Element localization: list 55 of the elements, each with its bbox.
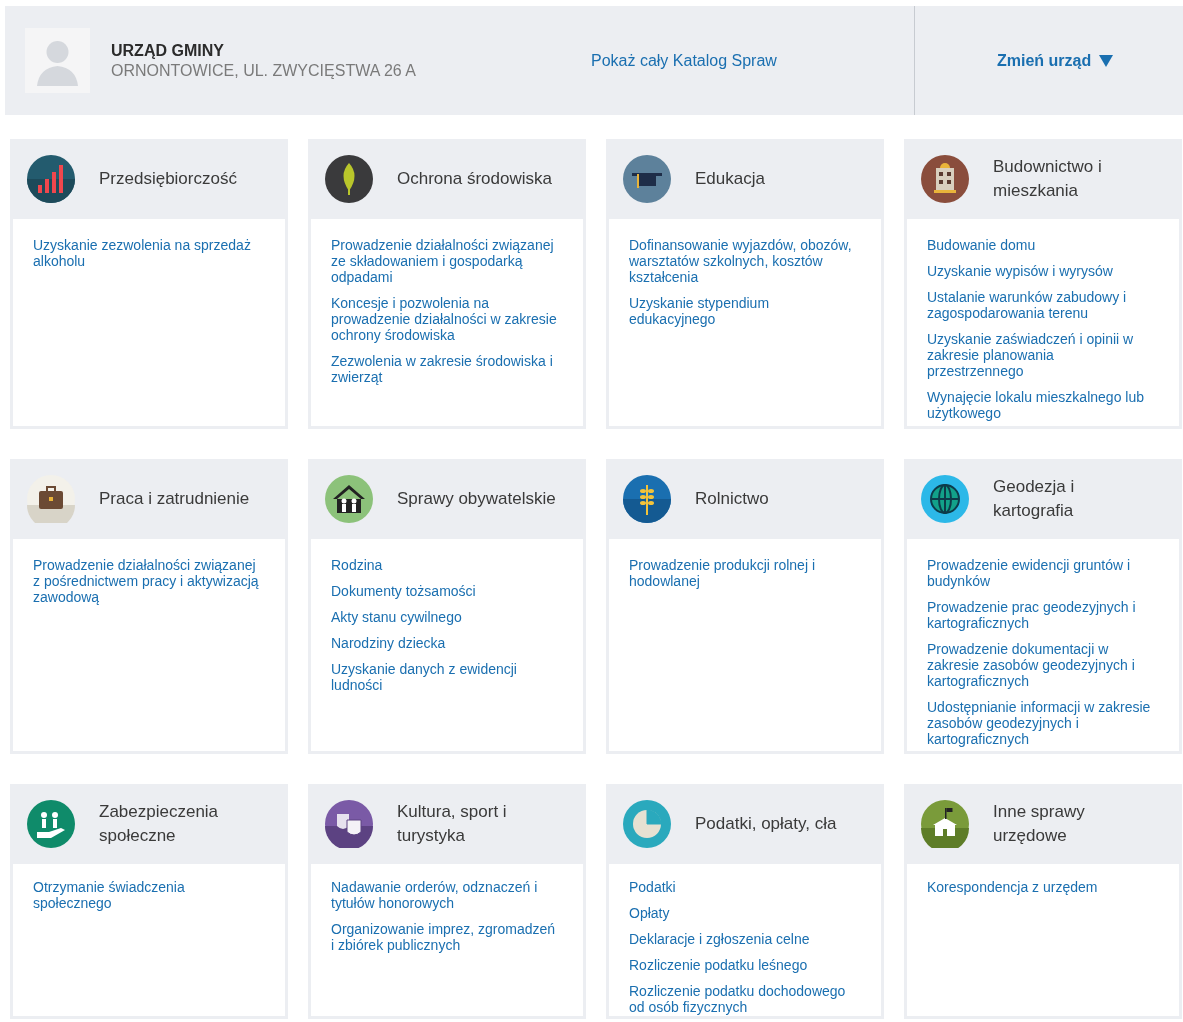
- family-hand-icon: [27, 800, 75, 848]
- graduation-cap-icon: [623, 155, 671, 203]
- pie-chart-icon: [623, 800, 671, 848]
- avatar-icon: [25, 28, 90, 93]
- service-link[interactable]: Deklaracje i zgłoszenia celne: [629, 931, 855, 947]
- service-link[interactable]: Narodziny dziecka: [331, 635, 557, 651]
- category-title[interactable]: Podatki, opłaty, cła: [695, 812, 857, 836]
- service-link[interactable]: Uzyskanie wypisów i wyrysów: [927, 263, 1153, 279]
- catalog-link[interactable]: Pokaż cały Katalog Spraw: [591, 51, 914, 70]
- school-flag-icon: [921, 800, 969, 848]
- category-title[interactable]: Praca i zatrudnienie: [99, 487, 261, 511]
- category-title[interactable]: Rolnictwo: [695, 487, 857, 511]
- category-title[interactable]: Ochrona środowiska: [397, 167, 559, 191]
- office-name: URZĄD GMINY: [111, 40, 225, 61]
- service-link[interactable]: Uzyskanie danych z ewidencji ludności: [331, 661, 557, 693]
- service-link[interactable]: Organizowanie imprez, zgromadzeń i zbiórek publicznych: [331, 921, 557, 953]
- service-link[interactable]: Uzyskanie stypendium edukacyjnego: [629, 295, 855, 327]
- service-link[interactable]: Wynajęcie lokalu mieszkalnego lub użytkowego: [927, 389, 1153, 421]
- category-title[interactable]: Edukacja: [695, 167, 857, 191]
- service-link[interactable]: Rozliczenie podatku dochodowego od osób fizycznych: [629, 983, 855, 1015]
- service-link[interactable]: Podatki: [629, 879, 855, 895]
- service-link[interactable]: Prowadzenie działalności związanej ze składowaniem i gospodarką odpadami: [331, 237, 557, 285]
- service-link[interactable]: Prowadzenie prac geodezyjnych i kartograficznych: [927, 599, 1153, 631]
- service-link[interactable]: Nadawanie orderów, odznaczeń i tytułów honorowych: [331, 879, 557, 911]
- service-link[interactable]: Ustalanie warunków zabudowy i zagospodarowania terenu: [927, 289, 1153, 321]
- service-link[interactable]: Rodzina: [331, 557, 557, 573]
- service-link[interactable]: Opłaty: [629, 905, 855, 921]
- caret-icon[interactable]: [1099, 54, 1114, 67]
- service-link[interactable]: Zezwolenia w zakresie środowiska i zwierząt: [331, 353, 557, 385]
- building-icon: [921, 155, 969, 203]
- service-link[interactable]: Rozliczenie podatku leśnego: [629, 957, 855, 973]
- service-link[interactable]: Prowadzenie działalności związanej z pośrednictwem pracy i aktywizacją zawodową: [33, 557, 259, 605]
- category-title[interactable]: Sprawy obywatelskie: [397, 487, 559, 511]
- service-link[interactable]: Korespondencja z urzędem: [927, 879, 1153, 895]
- service-link[interactable]: Prowadzenie ewidencji gruntów i budynków: [927, 557, 1153, 589]
- service-link[interactable]: Prowadzenie dokumentacji w zakresie zasobów geodezyjnych i kartograficznych: [927, 641, 1153, 689]
- wheat-icon: [623, 475, 671, 523]
- globe-icon: [921, 475, 969, 523]
- service-link[interactable]: Uzyskanie zaświadczeń i opinii w zakresie planowania przestrzennego: [927, 331, 1153, 379]
- bar-chart-icon: [27, 155, 75, 203]
- service-link[interactable]: Prowadzenie produkcji rolnej i hodowlanej: [629, 557, 855, 589]
- service-link[interactable]: Dokumenty tożsamości: [331, 583, 557, 599]
- category-title[interactable]: Przedsiębiorczość: [99, 167, 261, 191]
- service-link[interactable]: Koncesje i pozwolenia na prowadzenie działalności w zakresie ochrony środowiska: [331, 295, 557, 343]
- leaf-icon: [325, 155, 373, 203]
- family-house-icon: [325, 475, 373, 523]
- service-link[interactable]: Budowanie domu: [927, 237, 1153, 253]
- service-link[interactable]: Otrzymanie świadczenia społecznego: [33, 879, 259, 911]
- office-address: ORNONTOWICE, UL. ZWYCIĘSTWA 26 A: [111, 60, 417, 81]
- service-link[interactable]: Akty stanu cywilnego: [331, 609, 557, 625]
- service-link[interactable]: Udostępnianie informacji w zakresie zasobów geodezyjnych i kartograficznych: [927, 699, 1153, 747]
- service-link[interactable]: Uzyskanie zezwolenia na sprzedaż alkoholu: [33, 237, 259, 269]
- service-link[interactable]: Dofinansowanie wyjazdów, obozów, warsztatów szkolnych, kosztów kształcenia: [629, 237, 855, 285]
- briefcase-icon: [27, 475, 75, 523]
- change-office-link[interactable]: Zmień urząd: [997, 51, 1092, 70]
